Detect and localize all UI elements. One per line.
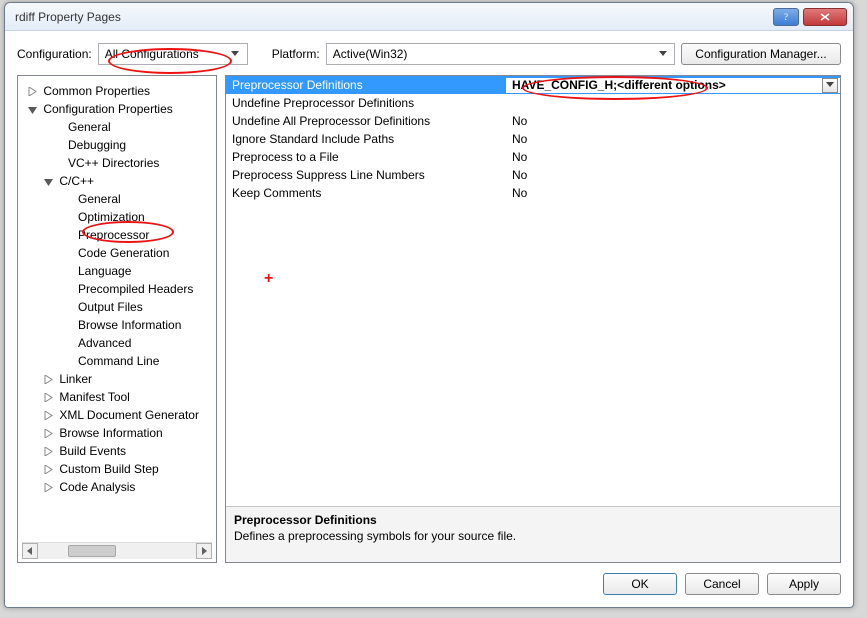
prop-row[interactable]: Undefine Preprocessor Definitions [226,94,840,112]
prop-value: HAVE_CONFIG_H;<different options> [512,78,726,92]
description-title: Preprocessor Definitions [234,513,832,527]
expand-icon[interactable] [42,464,54,476]
scroll-thumb[interactable] [68,545,116,557]
platform-dropdown[interactable]: Active(Win32) [326,43,675,65]
tree-item-cc-cmdline[interactable]: Command Line [22,352,212,370]
expand-icon[interactable] [42,410,54,422]
tree-item-cc-codegen[interactable]: Code Generation [22,244,212,262]
prop-name: Undefine All Preprocessor Definitions [226,114,506,128]
prop-name: Preprocess to a File [226,150,506,164]
prop-row-preprocessor-definitions[interactable]: Preprocessor Definitions HAVE_CONFIG_H;<… [226,76,840,94]
prop-value[interactable]: No [506,150,840,164]
ok-button[interactable]: OK [603,573,677,595]
cancel-button[interactable]: Cancel [685,573,759,595]
chevron-down-icon [228,47,243,62]
cancel-label: Cancel [703,577,740,591]
content-area: Configuration: All Configurations Platfo… [5,31,853,607]
configuration-dropdown[interactable]: All Configurations [98,43,248,65]
configuration-manager-button[interactable]: Configuration Manager... [681,43,841,65]
chevron-down-icon[interactable] [822,78,838,93]
nav-tree[interactable]: Common Properties Configuration Properti… [22,82,212,542]
tree-item-cc-output[interactable]: Output Files [22,298,212,316]
tree-item-configprops[interactable]: Configuration Properties [22,100,212,118]
expand-icon[interactable] [42,482,54,494]
dialog-buttons: OK Cancel Apply [17,563,841,595]
prop-row[interactable]: Preprocess Suppress Line Numbers No [226,166,840,184]
help-icon[interactable]: ? [773,8,799,26]
prop-name: Undefine Preprocessor Definitions [226,96,506,110]
tree-item-cc-language[interactable]: Language [22,262,212,280]
platform-label: Platform: [272,47,320,61]
description-panel: Preprocessor Definitions Defines a prepr… [226,506,840,562]
tree-item-cc-general[interactable]: General [22,190,212,208]
scroll-track[interactable] [38,543,196,559]
tree-item-buildevents[interactable]: Build Events [22,442,212,460]
tree-item-general[interactable]: General [22,118,212,136]
prop-name: Preprocess Suppress Line Numbers [226,168,506,182]
prop-row[interactable]: Ignore Standard Include Paths No [226,130,840,148]
property-panel: Preprocessor Definitions HAVE_CONFIG_H;<… [225,75,841,563]
chevron-down-icon [655,47,670,62]
tree-item-xml[interactable]: XML Document Generator [22,406,212,424]
expand-icon[interactable] [42,446,54,458]
tree-item-common[interactable]: Common Properties [22,82,212,100]
configuration-label: Configuration: [17,47,92,61]
prop-row[interactable]: Undefine All Preprocessor Definitions No [226,112,840,130]
ok-label: OK [631,577,648,591]
prop-name: Ignore Standard Include Paths [226,132,506,146]
tree-item-ccpp[interactable]: C/C++ [22,172,212,190]
main-split: Common Properties Configuration Properti… [17,75,841,563]
prop-row[interactable]: Keep Comments No [226,184,840,202]
svg-text:?: ? [784,12,788,22]
expand-icon[interactable] [42,428,54,440]
platform-value: Active(Win32) [333,47,408,61]
property-grid[interactable]: Preprocessor Definitions HAVE_CONFIG_H;<… [226,76,840,506]
scroll-left-icon[interactable] [22,543,38,559]
tree-item-vcdirs[interactable]: VC++ Directories [22,154,212,172]
prop-value[interactable]: No [506,114,840,128]
dialog-window: rdiff Property Pages ? Configuration: Al… [4,2,854,608]
prop-row[interactable]: Preprocess to a File No [226,148,840,166]
prop-value-cell[interactable]: HAVE_CONFIG_H;<different options> [506,78,840,93]
close-icon[interactable] [803,8,847,26]
collapse-icon[interactable] [42,176,54,188]
expand-icon[interactable] [42,374,54,386]
expand-icon[interactable] [42,392,54,404]
tree-item-linker[interactable]: Linker [22,370,212,388]
tree-item-cc-pch[interactable]: Precompiled Headers [22,280,212,298]
prop-value[interactable]: No [506,168,840,182]
scroll-right-icon[interactable] [196,543,212,559]
description-text: Defines a preprocessing symbols for your… [234,529,832,543]
tree-item-browseinfo[interactable]: Browse Information [22,424,212,442]
prop-name: Keep Comments [226,186,506,200]
tree-item-cc-advanced[interactable]: Advanced [22,334,212,352]
apply-button[interactable]: Apply [767,573,841,595]
configuration-manager-label: Configuration Manager... [695,47,826,61]
tree-item-cc-preprocessor[interactable]: Preprocessor [22,226,212,244]
collapse-icon[interactable] [26,104,38,116]
tree-item-custombuild[interactable]: Custom Build Step [22,460,212,478]
tree-panel: Common Properties Configuration Properti… [17,75,217,563]
apply-label: Apply [789,577,819,591]
tree-hscrollbar[interactable] [22,542,212,558]
tree-item-codeanalysis[interactable]: Code Analysis [22,478,212,496]
expand-icon[interactable] [26,86,38,98]
prop-value[interactable]: No [506,132,840,146]
tree-item-debugging[interactable]: Debugging [22,136,212,154]
tree-item-manifest[interactable]: Manifest Tool [22,388,212,406]
titlebar[interactable]: rdiff Property Pages ? [5,3,853,31]
top-row: Configuration: All Configurations Platfo… [17,43,841,65]
prop-name: Preprocessor Definitions [226,78,506,92]
configuration-value: All Configurations [105,47,199,61]
tree-item-cc-browse[interactable]: Browse Information [22,316,212,334]
tree-item-cc-optimization[interactable]: Optimization [22,208,212,226]
prop-value[interactable]: No [506,186,840,200]
window-title: rdiff Property Pages [15,10,769,24]
